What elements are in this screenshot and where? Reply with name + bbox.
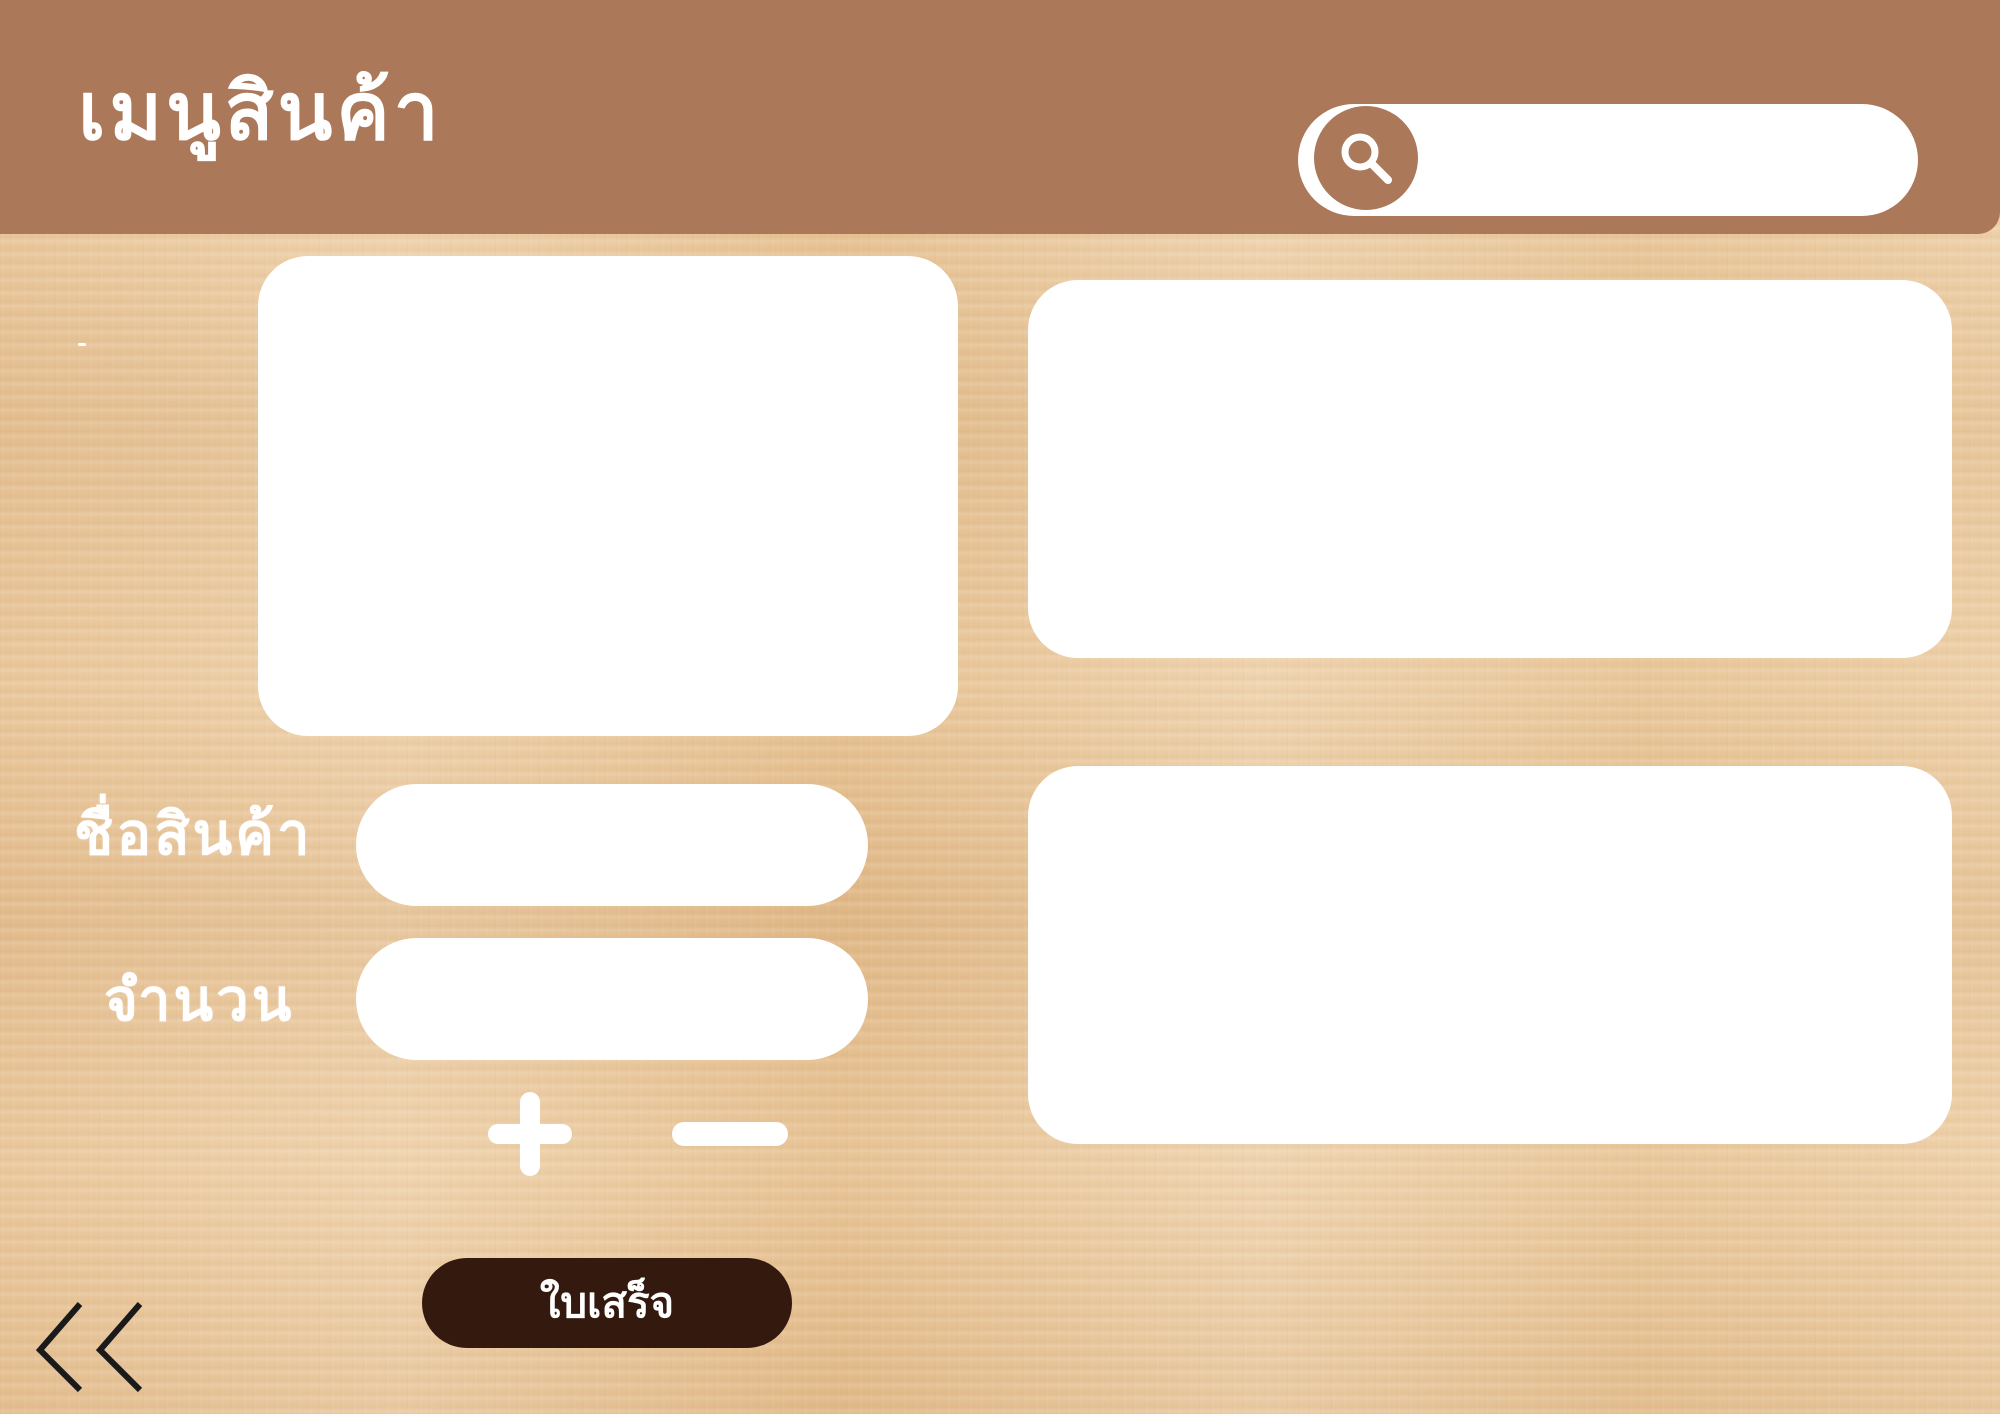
product-name-label: ชื่อสินค้า <box>74 800 313 868</box>
search-button[interactable] <box>1314 106 1418 210</box>
product-detail-panel-bottom <box>1028 766 1952 1144</box>
quantity-field[interactable] <box>356 938 868 1060</box>
product-detail-panel-top <box>1028 280 1952 658</box>
quantity-label: จำนวน <box>104 966 295 1034</box>
header-bar: เมนูสินค้า <box>0 0 2000 234</box>
receipt-button[interactable]: ใบเสร็จ <box>422 1258 792 1348</box>
double-chevron-left-icon <box>35 1302 143 1393</box>
decrease-quantity-button[interactable] <box>672 1120 788 1150</box>
search-icon <box>1341 133 1392 184</box>
search-bar[interactable] <box>1298 104 1918 216</box>
app-screen: เมนูสินค้า ชื่อสินค้า จำนวน ใบเสร็จ <box>0 0 2000 1414</box>
increase-quantity-button[interactable] <box>488 1092 572 1176</box>
back-button[interactable] <box>35 1300 146 1394</box>
product-image-panel <box>258 256 958 736</box>
decorative-mark <box>78 343 86 346</box>
product-name-field[interactable] <box>356 784 868 906</box>
page-title: เมนูสินค้า <box>78 65 443 158</box>
search-input[interactable] <box>1438 128 1882 194</box>
